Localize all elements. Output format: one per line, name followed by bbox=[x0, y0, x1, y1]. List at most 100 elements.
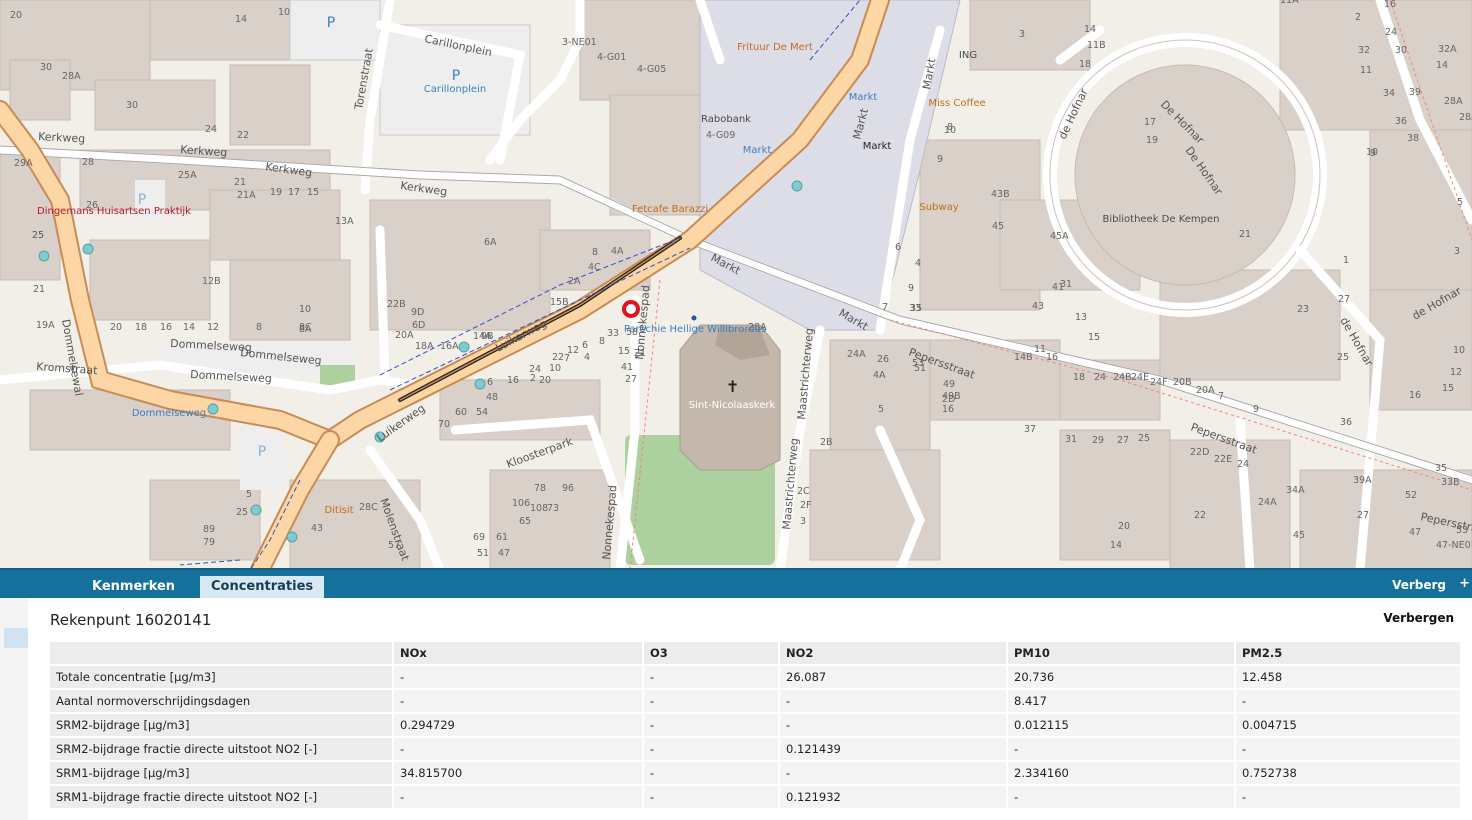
house-number: 78 bbox=[534, 483, 546, 494]
table-cell: - bbox=[778, 690, 1006, 712]
row-label: SRM2-bijdrage [µg/m3] bbox=[50, 714, 392, 736]
house-number: 4-G09 bbox=[706, 130, 735, 141]
house-number: 1 bbox=[1343, 255, 1349, 266]
house-number: 14 bbox=[235, 14, 247, 25]
house-number: 96 bbox=[562, 483, 574, 494]
house-number: 2 bbox=[530, 373, 536, 384]
map-view[interactable]: ✝ Kerkweg Kerkweg Kerkweg Kerkweg Dommelsewe… bbox=[0, 0, 1472, 570]
hide-panel-link[interactable]: Verberg bbox=[1392, 576, 1446, 594]
house-number: 14 bbox=[1084, 24, 1096, 35]
place-label: P bbox=[138, 192, 146, 208]
table-cell: - bbox=[778, 714, 1006, 736]
place-label: Sint-Nicolaaskerk bbox=[689, 400, 776, 411]
house-number: 33B bbox=[1441, 477, 1460, 488]
house-number: 21 bbox=[1239, 229, 1251, 240]
house-number: 52 bbox=[1405, 490, 1417, 501]
tab-kenmerken[interactable]: Kenmerken bbox=[81, 576, 186, 600]
table-cell: - bbox=[642, 762, 778, 784]
house-number: 8 bbox=[947, 122, 953, 133]
house-number: 16 bbox=[942, 404, 954, 415]
house-number: 24B bbox=[1113, 372, 1132, 383]
table-cell: 12.458 bbox=[1234, 666, 1460, 688]
house-number: 19 bbox=[270, 187, 282, 198]
col-header-pm10: PM10 bbox=[1006, 642, 1234, 664]
house-number: 108 bbox=[530, 503, 548, 514]
house-number: 8C bbox=[299, 322, 312, 333]
house-number: 16 bbox=[1046, 352, 1058, 363]
house-number: 28 bbox=[82, 157, 94, 168]
house-number: 27 bbox=[625, 374, 637, 385]
house-number: 36 bbox=[1395, 116, 1407, 127]
house-number: 5 bbox=[246, 489, 252, 500]
place-label: Bibliotheek De Kempen bbox=[1102, 214, 1219, 225]
house-number: 51 bbox=[477, 548, 489, 559]
house-number: 25 bbox=[1337, 352, 1349, 363]
row-label: Totale concentratie [µg/m3] bbox=[50, 666, 392, 688]
place-label: ING bbox=[959, 50, 977, 61]
expand-icon[interactable]: + bbox=[1459, 576, 1470, 591]
house-number: 23 bbox=[1297, 304, 1309, 315]
house-number: 30 bbox=[40, 62, 52, 73]
concentration-table: NOx O3 NO2 PM10 PM2.5 Totale concentrati… bbox=[50, 640, 1460, 810]
house-number: 24 bbox=[1385, 27, 1397, 38]
house-number: 28A bbox=[62, 71, 81, 82]
house-number: 34A bbox=[1286, 485, 1305, 496]
house-number: 9 bbox=[937, 154, 943, 165]
map-canvas[interactable]: ✝ KerkwegKerkwegKerkwegKerkwegDommelsewe… bbox=[0, 0, 1472, 570]
house-number: 29 bbox=[1092, 435, 1104, 446]
house-number: 37 bbox=[1024, 424, 1036, 435]
house-number: 4 bbox=[584, 352, 590, 363]
house-number: 26 bbox=[877, 354, 889, 365]
house-number: 16 bbox=[1409, 390, 1421, 401]
table-cell: - bbox=[1234, 786, 1460, 808]
house-number: 21 bbox=[234, 177, 246, 188]
house-number: 18 bbox=[1079, 59, 1091, 70]
house-number: 47 bbox=[1409, 527, 1421, 538]
table-row: SRM2-bijdrage [µg/m3] 0.294729- -0.012115 0… bbox=[50, 714, 1460, 736]
house-number: 22B bbox=[387, 299, 406, 310]
house-number: 6 bbox=[582, 340, 588, 351]
house-number: 33 bbox=[909, 303, 921, 314]
house-number: 32 bbox=[1358, 45, 1370, 56]
table-cell: - bbox=[642, 786, 778, 808]
house-number: 10 bbox=[1366, 147, 1378, 158]
house-number: 5 bbox=[1457, 197, 1463, 208]
house-number: 43 bbox=[311, 523, 323, 534]
house-number: 28A bbox=[1459, 112, 1472, 123]
house-number: 45 bbox=[1293, 530, 1305, 541]
row-label: Aantal normoverschrijdingsdagen bbox=[50, 690, 392, 712]
house-number: 25 bbox=[32, 230, 44, 241]
table-cell: - bbox=[392, 666, 642, 688]
info-panel-header: Kenmerken Concentraties Verberg + bbox=[0, 568, 1472, 600]
tab-concentraties[interactable]: Concentraties bbox=[200, 576, 325, 600]
table-cell: 26.087 bbox=[778, 666, 1006, 688]
hide-details-link[interactable]: Verbergen bbox=[1383, 611, 1454, 625]
place-label: Markt bbox=[849, 92, 878, 103]
table-cell: 0.121932 bbox=[778, 786, 1006, 808]
house-number: 54 bbox=[476, 407, 488, 418]
side-tab[interactable] bbox=[4, 628, 28, 648]
house-number: 41 bbox=[1052, 282, 1064, 293]
col-header-o3: O3 bbox=[642, 642, 778, 664]
house-number: 45A bbox=[1050, 231, 1069, 242]
house-number: 41 bbox=[621, 362, 633, 373]
house-number: 15 bbox=[618, 346, 630, 357]
house-number: 20 bbox=[539, 375, 551, 386]
house-number: 33 bbox=[607, 328, 619, 339]
table-cell: 0.121439 bbox=[778, 738, 1006, 760]
house-number: 4A bbox=[611, 246, 624, 257]
house-number: 35 bbox=[1435, 463, 1447, 474]
house-number: 106 bbox=[512, 498, 530, 509]
table-cell: 0.004715 bbox=[1234, 714, 1460, 736]
house-number: 17 bbox=[1144, 117, 1156, 128]
house-number: 14 bbox=[1436, 60, 1448, 71]
table-row: SRM1-bijdrage fractie directe uitstoot N… bbox=[50, 786, 1460, 808]
house-number: 18 bbox=[1073, 372, 1085, 383]
house-number: 73 bbox=[547, 503, 559, 514]
table-cell: - bbox=[778, 762, 1006, 784]
house-number: 10 bbox=[1453, 345, 1465, 356]
calculation-point-title: Rekenpunt 16020141 bbox=[50, 611, 212, 629]
table-cell: 0.752738 bbox=[1234, 762, 1460, 784]
house-number: 14 bbox=[183, 322, 195, 333]
house-number: 48 bbox=[486, 392, 498, 403]
